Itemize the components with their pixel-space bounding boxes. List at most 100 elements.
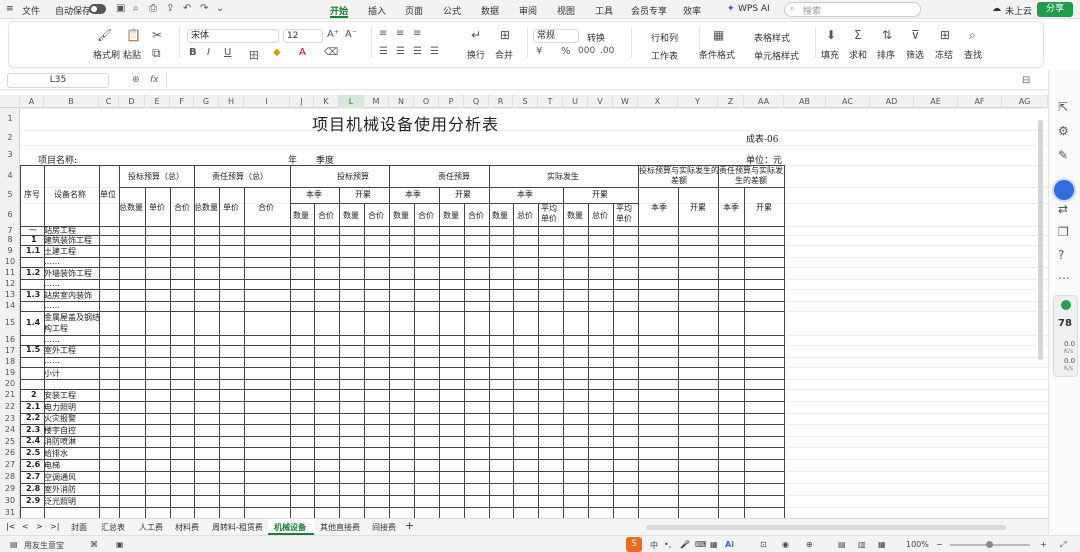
column-header[interactable]: N: [389, 95, 414, 108]
column-header[interactable]: AF: [958, 95, 1002, 108]
view-icon[interactable]: ⊡: [760, 540, 767, 549]
row-header[interactable]: 17: [0, 345, 20, 357]
page-break-icon[interactable]: ▦: [878, 540, 886, 549]
autosave-toggle[interactable]: [89, 4, 106, 14]
formula-input[interactable]: [166, 73, 1036, 88]
font-name-select[interactable]: 宋体: [187, 29, 279, 43]
column-header[interactable]: O: [414, 95, 439, 108]
keyboard-icon[interactable]: ⌨: [695, 540, 707, 549]
row-header[interactable]: 15: [0, 311, 20, 335]
cond-format-icon[interactable]: ▦: [713, 28, 724, 42]
row-header[interactable]: 14: [0, 301, 20, 311]
tab-material[interactable]: 材料费: [175, 522, 199, 533]
more-icon[interactable]: …: [1058, 268, 1070, 282]
eye-icon[interactable]: ◉: [782, 540, 789, 549]
ime-ai-icon[interactable]: Ai: [725, 540, 734, 549]
row-header[interactable]: 9: [0, 245, 20, 257]
cloud-icon[interactable]: ☁: [992, 4, 1001, 14]
tools-icon[interactable]: ⚙: [1058, 124, 1069, 138]
edit-icon[interactable]: ✎: [1058, 148, 1068, 162]
percent-icon[interactable]: %: [561, 46, 571, 57]
italic-icon[interactable]: I: [207, 47, 210, 58]
export-icon[interactable]: ⇪: [166, 3, 174, 14]
merge-icon[interactable]: ⊞: [500, 28, 510, 42]
align-left-icon[interactable]: ☰: [379, 46, 388, 57]
mic-icon[interactable]: 🎤: [680, 540, 690, 549]
column-header[interactable]: V: [588, 95, 613, 108]
cut-icon[interactable]: ✂: [152, 28, 162, 42]
convert-button[interactable]: 转换: [587, 31, 605, 44]
font-color-icon[interactable]: A: [299, 47, 306, 58]
row-header[interactable]: 29: [0, 483, 20, 495]
help-icon[interactable]: ?: [1058, 248, 1064, 262]
paste-icon[interactable]: 📋: [126, 28, 141, 42]
column-header[interactable]: Z: [718, 95, 744, 108]
clear-icon[interactable]: ⌫: [324, 47, 338, 58]
search-input[interactable]: ⌕ 搜索: [784, 2, 921, 17]
tab-cover[interactable]: 封面: [71, 522, 87, 533]
decimal-icon[interactable]: .00: [600, 46, 614, 56]
find-icon[interactable]: ⌕: [969, 28, 976, 43]
row-header[interactable]: 8: [0, 235, 20, 245]
tab-review[interactable]: 审阅: [519, 4, 537, 17]
tab-indirect[interactable]: 间接费: [372, 522, 396, 533]
row-header[interactable]: 31: [0, 507, 20, 518]
tab-efficiency[interactable]: 效率: [683, 4, 701, 17]
format-painter-icon[interactable]: 🖌: [97, 28, 112, 42]
column-header[interactable]: A: [20, 95, 44, 108]
column-header[interactable]: AA: [744, 95, 784, 108]
expand-icon[interactable]: ⊟: [1022, 75, 1030, 86]
tab-labor[interactable]: 人工费: [139, 522, 163, 533]
column-header[interactable]: B: [44, 95, 99, 108]
first-sheet-icon[interactable]: |<: [6, 522, 15, 531]
row-header[interactable]: 19: [0, 367, 20, 379]
more-icon[interactable]: ⌄: [216, 3, 224, 14]
save-icon[interactable]: ▣: [116, 3, 125, 14]
row-header[interactable]: 20: [0, 379, 20, 389]
skin-icon[interactable]: ▦: [710, 540, 718, 549]
justify-icon[interactable]: ☰: [430, 46, 439, 57]
thousands-icon[interactable]: 000: [578, 46, 595, 56]
next-sheet-icon[interactable]: >: [36, 522, 43, 531]
horizontal-scrollbar[interactable]: [646, 525, 1006, 530]
row-header[interactable]: 4: [0, 165, 20, 187]
row-header[interactable]: 11: [0, 267, 20, 279]
sort-icon[interactable]: ⇅: [882, 28, 892, 42]
zoom-slider-thumb[interactable]: [986, 541, 993, 548]
column-header[interactable]: C: [99, 95, 119, 108]
worksheet-button[interactable]: 工作表: [651, 49, 678, 62]
column-header[interactable]: Y: [678, 95, 718, 108]
tab-insert[interactable]: 插入: [368, 4, 386, 17]
selection-icon[interactable]: ⇱: [1058, 100, 1068, 114]
wrap-button[interactable]: 换行: [467, 48, 485, 61]
merge-button[interactable]: 合并: [495, 48, 513, 61]
column-header[interactable]: AG: [1002, 95, 1048, 108]
column-header[interactable]: F: [170, 95, 194, 108]
column-header[interactable]: AB: [784, 95, 826, 108]
table-style-button[interactable]: 表格样式: [754, 31, 790, 44]
fill-button[interactable]: 填充: [821, 48, 839, 61]
zoom-out-icon[interactable]: −: [936, 540, 943, 549]
vertical-scrollbar[interactable]: [1037, 110, 1044, 515]
share-button[interactable]: 分享: [1037, 2, 1073, 17]
column-header[interactable]: S: [513, 95, 538, 108]
redo-icon[interactable]: ↷: [200, 3, 208, 14]
normal-view-icon[interactable]: ▤: [838, 540, 846, 549]
row-header[interactable]: 12: [0, 279, 20, 289]
row-header[interactable]: 28: [0, 471, 20, 483]
row-header[interactable]: 6: [0, 203, 20, 226]
row-header[interactable]: 1: [0, 108, 20, 130]
bold-icon[interactable]: B: [189, 47, 197, 58]
row-header[interactable]: 3: [0, 145, 20, 165]
row-header[interactable]: 18: [0, 357, 20, 367]
column-header[interactable]: Q: [464, 95, 489, 108]
row-header[interactable]: 22: [0, 401, 20, 413]
align-middle-icon[interactable]: ≡: [396, 28, 404, 39]
column-header[interactable]: D: [119, 95, 145, 108]
undo-icon[interactable]: ↶: [183, 3, 191, 14]
tab-other-direct[interactable]: 其他直接费: [320, 522, 360, 533]
print-icon[interactable]: ⎙: [149, 3, 157, 14]
select-all[interactable]: [0, 95, 20, 108]
row-header[interactable]: 24: [0, 424, 20, 436]
tab-data[interactable]: 数据: [481, 4, 499, 17]
